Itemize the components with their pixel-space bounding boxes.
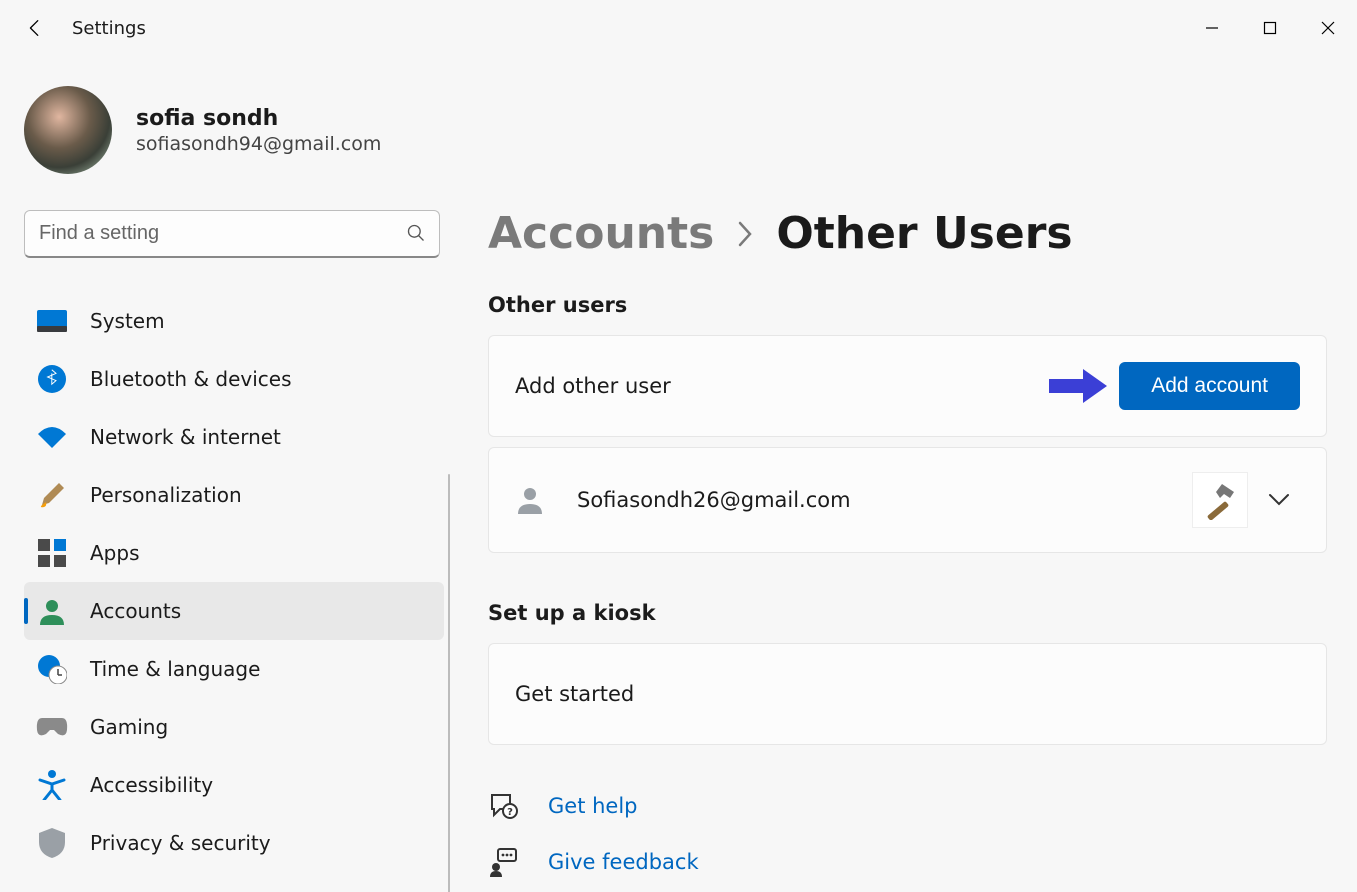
breadcrumb: Accounts Other Users [488,208,1327,259]
clock-globe-icon [36,653,68,685]
get-help-row[interactable]: ? Get help [488,791,1327,821]
sidebar-item-gaming[interactable]: Gaming [24,698,444,756]
avatar [24,86,112,174]
main-content: Accounts Other Users Other users Add oth… [450,174,1357,892]
person-outline-icon [515,484,547,516]
system-icon [36,305,68,337]
sidebar-item-accessibility[interactable]: Accessibility [24,756,444,814]
search-icon [406,223,426,243]
section-heading-kiosk: Set up a kiosk [488,601,1327,625]
add-account-button[interactable]: Add account [1119,362,1300,410]
help-links: ? Get help Give feedback [488,791,1327,877]
give-feedback-row[interactable]: Give feedback [488,847,1327,877]
sidebar-item-accounts[interactable]: Accounts [24,582,444,640]
profile-block[interactable]: sofia sondh sofiasondh94@gmail.com [0,56,1357,174]
sidebar-item-bluetooth[interactable]: Bluetooth & devices [24,350,444,408]
profile-email: sofiasondh94@gmail.com [136,133,381,155]
get-help-link[interactable]: Get help [548,794,638,818]
user-app-icon [1192,472,1248,528]
feedback-icon [488,847,518,877]
sidebar-item-system[interactable]: System [24,292,444,350]
sidebar-item-label: Apps [90,541,140,565]
gamepad-icon [36,711,68,743]
sidebar-item-label: Accounts [90,599,181,623]
paintbrush-icon [36,479,68,511]
give-feedback-link[interactable]: Give feedback [548,850,699,874]
profile-name: sofia sondh [136,106,381,131]
person-icon [36,595,68,627]
sidebar-item-privacy[interactable]: Privacy & security [24,814,444,872]
sidebar-item-label: System [90,309,165,333]
sidebar-item-label: Accessibility [90,773,213,797]
minimize-button[interactable] [1183,6,1241,50]
sidebar-item-label: Network & internet [90,425,281,449]
breadcrumb-current: Other Users [776,208,1072,259]
wifi-icon [36,421,68,453]
sidebar-scrollbar[interactable] [448,474,450,892]
breadcrumb-parent[interactable]: Accounts [488,208,714,259]
sidebar-item-time-language[interactable]: Time & language [24,640,444,698]
existing-user-email: Sofiasondh26@gmail.com [577,488,851,512]
svg-text:?: ? [507,807,513,818]
help-icon: ? [488,791,518,821]
apps-icon [36,537,68,569]
arrow-callout-icon [1049,369,1107,403]
close-button[interactable] [1299,6,1357,50]
add-other-user-card: Add other user Add account [488,335,1327,437]
sidebar-item-personalization[interactable]: Personalization [24,466,444,524]
bluetooth-icon [36,363,68,395]
chevron-right-icon [736,221,754,247]
section-heading-other-users: Other users [488,293,1327,317]
app-title: Settings [72,18,146,39]
search-wrap [24,210,440,258]
maximize-button[interactable] [1241,6,1299,50]
sidebar-item-network[interactable]: Network & internet [24,408,444,466]
sidebar-item-label: Personalization [90,483,242,507]
sidebar-item-label: Gaming [90,715,168,739]
nav: System Bluetooth & devices Network & int… [24,292,444,872]
profile-text: sofia sondh sofiasondh94@gmail.com [136,106,381,155]
shield-icon [36,827,68,859]
chevron-down-icon[interactable] [1258,493,1300,507]
sidebar-item-apps[interactable]: Apps [24,524,444,582]
titlebar: Settings [0,0,1357,56]
sidebar-item-label: Privacy & security [90,831,271,855]
get-started-label: Get started [515,682,634,706]
search-input[interactable] [24,210,440,258]
sidebar-item-label: Time & language [90,657,260,681]
sidebar-item-label: Bluetooth & devices [90,367,292,391]
existing-user-card[interactable]: Sofiasondh26@gmail.com [488,447,1327,553]
sidebar: System Bluetooth & devices Network & int… [0,174,450,892]
accessibility-icon [36,769,68,801]
window-controls [1183,6,1357,50]
kiosk-card[interactable]: Get started [488,643,1327,745]
back-button[interactable] [24,17,46,39]
add-other-user-label: Add other user [515,374,671,398]
